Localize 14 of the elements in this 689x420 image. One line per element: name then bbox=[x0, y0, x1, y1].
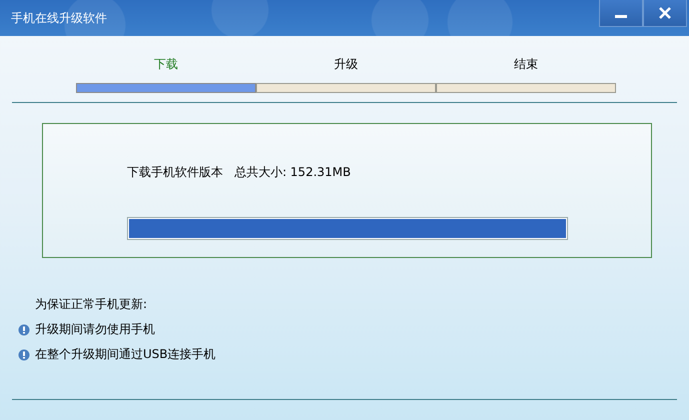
minimize-icon bbox=[615, 14, 627, 18]
minimize-button[interactable] bbox=[599, 0, 643, 27]
info-icon bbox=[18, 324, 30, 336]
notes-heading: 为保证正常手机更新: bbox=[35, 296, 148, 313]
download-message: 下载手机软件版本 总共大小: 152.31MB bbox=[127, 164, 352, 181]
note-text: 升级期间请勿使用手机 bbox=[35, 321, 155, 338]
window-title: 手机在线升级软件 bbox=[11, 10, 107, 26]
note-text: 在整个升级期间通过USB连接手机 bbox=[35, 346, 216, 363]
close-icon bbox=[658, 6, 672, 20]
info-icon bbox=[18, 348, 30, 360]
step-label: 结束 bbox=[514, 56, 538, 73]
step-label: 下载 bbox=[154, 56, 178, 73]
close-button[interactable] bbox=[643, 0, 687, 27]
step-label: 升级 bbox=[334, 56, 358, 73]
